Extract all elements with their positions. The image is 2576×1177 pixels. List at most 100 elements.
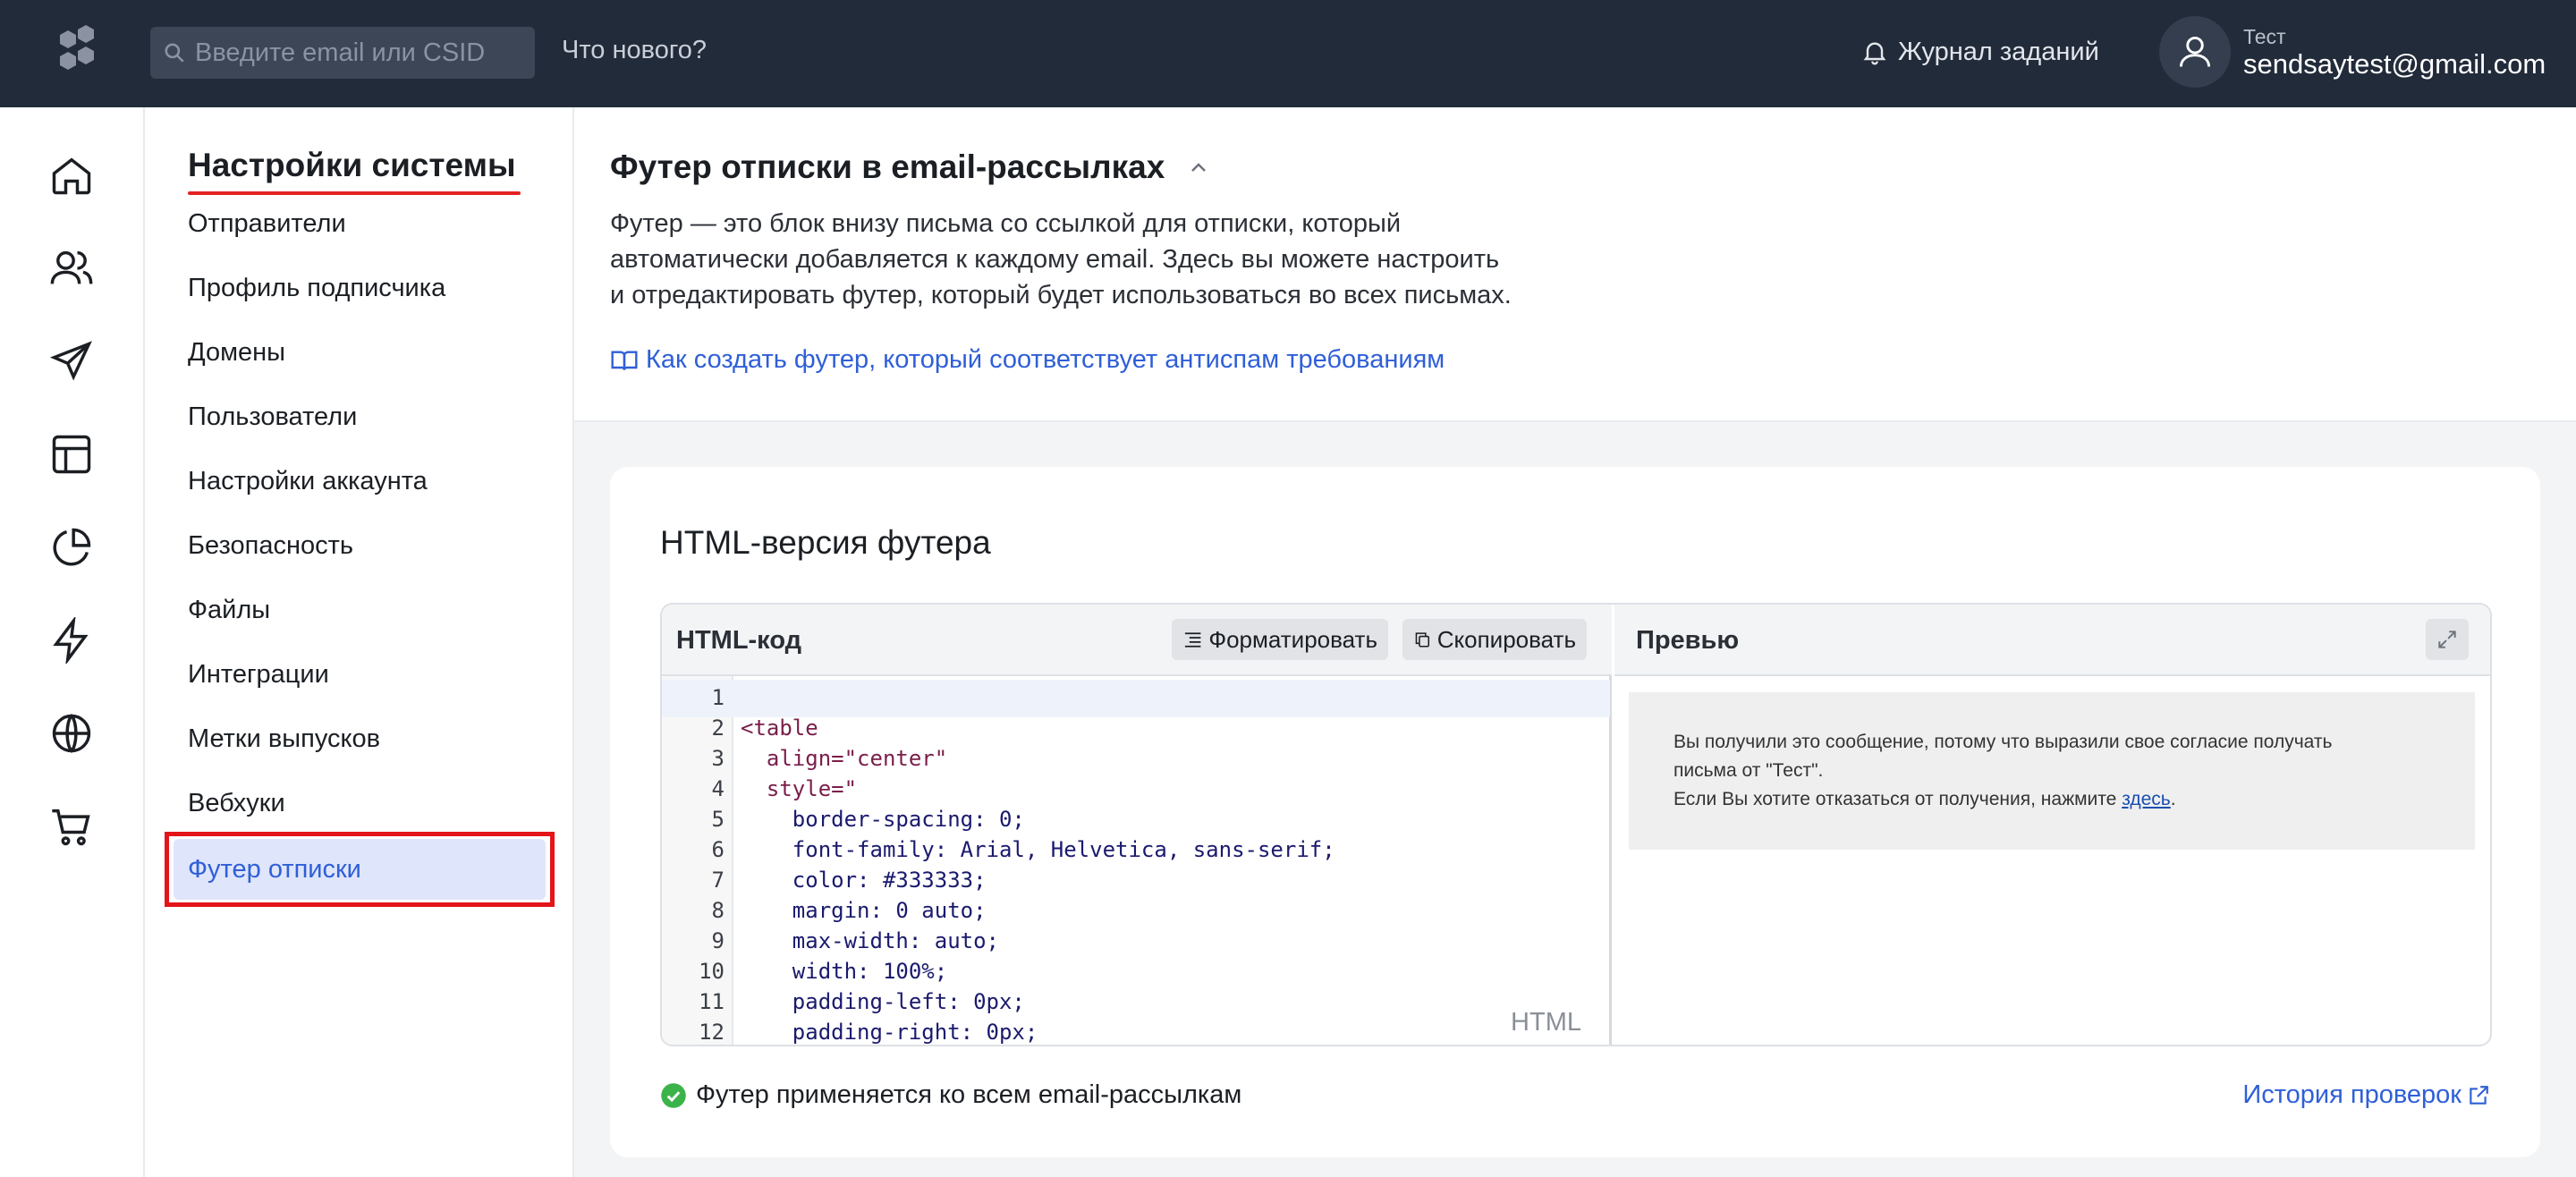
description-line: и отредактировать футер, который будет и… bbox=[610, 281, 1512, 309]
code-pane-title: HTML-код bbox=[676, 626, 802, 655]
nav-item-files[interactable]: Файлы bbox=[188, 596, 270, 625]
task-journal-button[interactable]: Журнал заданий bbox=[1860, 34, 2099, 70]
search-input[interactable] bbox=[195, 27, 526, 79]
preview-pane: Превью Вы получили это сообщение, потому… bbox=[1614, 605, 2490, 1045]
top-bar: Что нового? Журнал заданий Тест sendsayt… bbox=[0, 0, 2576, 107]
nav-item-subscriber-profile[interactable]: Профиль подписчика bbox=[188, 274, 445, 303]
copy-icon bbox=[1415, 632, 1430, 648]
code-pane-header: HTML-код Форматировать Скопировать bbox=[662, 605, 1612, 676]
send-icon[interactable] bbox=[48, 338, 95, 385]
footer-editor: HTML-код Форматировать Скопировать 1 2 3… bbox=[660, 603, 2492, 1046]
code-line: padding-left: 0px; bbox=[741, 989, 1025, 1014]
nav-item-webhooks[interactable]: Вебхуки bbox=[188, 789, 285, 818]
nav-item-security[interactable]: Безопасность bbox=[188, 531, 353, 561]
line-number: 5 bbox=[711, 807, 724, 832]
line-number: 10 bbox=[699, 959, 724, 984]
copy-button-label: Скопировать bbox=[1436, 625, 1576, 653]
code-line: width: 100%; bbox=[741, 959, 948, 984]
user-icon bbox=[2179, 36, 2211, 67]
search-box[interactable] bbox=[150, 27, 535, 79]
page-header: Футер отписки в email-рассылках Футер — … bbox=[574, 107, 2576, 422]
code-line: align="center" bbox=[741, 746, 948, 771]
format-button[interactable]: Форматировать bbox=[1172, 619, 1388, 660]
search-icon bbox=[165, 43, 184, 63]
copy-button[interactable]: Скопировать bbox=[1402, 619, 1587, 660]
footer-preview-text: Вы получили это сообщение, потому что вы… bbox=[1674, 728, 2443, 814]
line-number: 2 bbox=[711, 716, 724, 741]
nav-item-account-settings[interactable]: Настройки аккаунта bbox=[188, 467, 428, 496]
avatar[interactable] bbox=[2159, 16, 2231, 88]
user-name: Тест bbox=[2243, 25, 2286, 48]
check-circle-icon bbox=[661, 1082, 686, 1108]
settings-nav: Настройки системы Отправители Профиль по… bbox=[145, 107, 574, 1177]
line-number: 12 bbox=[699, 1020, 724, 1045]
footer-preview: Вы получили это сообщение, потому что вы… bbox=[1629, 692, 2475, 850]
antispam-guide-link[interactable]: Как создать футер, который соответствует… bbox=[610, 345, 1445, 375]
bell-icon bbox=[1863, 42, 1886, 65]
unsubscribe-link[interactable]: здесь bbox=[2122, 789, 2171, 809]
user-email[interactable]: sendsaytest@gmail.com bbox=[2243, 48, 2546, 80]
page-title: Футер отписки в email-рассылках bbox=[610, 148, 1165, 185]
code-line: color: #333333; bbox=[741, 868, 987, 893]
footer-card: HTML-версия футера HTML-код Форматироват… bbox=[610, 467, 2540, 1157]
nav-item-integrations[interactable]: Интеграции bbox=[188, 660, 329, 690]
page-description: Футер — это блок внизу письма со ссылкой… bbox=[610, 206, 1648, 313]
app-logo-icon[interactable] bbox=[50, 21, 104, 75]
code-line: margin: 0 auto; bbox=[741, 898, 987, 923]
footer-status-label: Футер применяется ко всем email-рассылка… bbox=[696, 1080, 1242, 1109]
line-number: 9 bbox=[711, 928, 724, 953]
main-content: Футер отписки в email-рассылках Футер — … bbox=[574, 107, 2576, 1177]
code-line: <table bbox=[741, 716, 818, 741]
code-line: style=" bbox=[741, 776, 858, 801]
nav-item-users[interactable]: Пользователи bbox=[188, 402, 357, 432]
book-icon bbox=[611, 350, 638, 370]
antispam-guide-label: Как создать футер, который соответствует… bbox=[646, 345, 1445, 374]
chevron-up-icon[interactable] bbox=[1188, 157, 1209, 179]
check-history-label: История проверок bbox=[2242, 1080, 2462, 1109]
cart-icon[interactable] bbox=[48, 803, 95, 850]
line-number: 6 bbox=[711, 837, 724, 862]
code-line: font-family: Arial, Helvetica, sans-seri… bbox=[741, 837, 1335, 862]
active-item-annotation-box bbox=[165, 832, 555, 907]
footer-status: Футер применяется ко всем email-рассылка… bbox=[660, 1080, 1241, 1110]
lightning-icon[interactable] bbox=[48, 615, 95, 665]
nav-item-senders[interactable]: Отправители bbox=[188, 209, 346, 239]
card-title: HTML-версия футера bbox=[660, 524, 991, 561]
preview-line: письма от "Тест". bbox=[1674, 760, 1824, 781]
preview-line: Вы получили это сообщение, потому что вы… bbox=[1674, 732, 2333, 752]
home-icon[interactable] bbox=[48, 152, 95, 199]
task-journal-label: Журнал заданий bbox=[1898, 37, 2099, 66]
format-button-label: Форматировать bbox=[1208, 625, 1377, 653]
nav-item-domains[interactable]: Домены bbox=[188, 338, 285, 368]
preview-line-prefix: Если Вы хотите отказаться от получения, … bbox=[1674, 789, 2123, 809]
settings-nav-title: Настройки системы bbox=[188, 147, 516, 183]
nav-item-release-tags[interactable]: Метки выпусков bbox=[188, 724, 380, 754]
line-number: 11 bbox=[699, 989, 724, 1014]
line-number: 8 bbox=[711, 898, 724, 923]
line-number: 3 bbox=[711, 746, 724, 771]
template-icon[interactable] bbox=[48, 431, 95, 478]
format-icon bbox=[1184, 632, 1201, 648]
code-pane: HTML-код Форматировать Скопировать 1 2 3… bbox=[662, 605, 1612, 1045]
active-line-highlight bbox=[662, 680, 1610, 717]
code-line: max-width: auto; bbox=[741, 928, 999, 953]
line-number: 1 bbox=[711, 685, 724, 710]
external-link-icon bbox=[2470, 1085, 2488, 1105]
preview-line: Если Вы хотите отказаться от получения, … bbox=[1674, 785, 2443, 814]
icon-rail bbox=[0, 107, 145, 1177]
code-line: border-spacing: 0; bbox=[741, 807, 1025, 832]
preview-line-suffix: . bbox=[2170, 789, 2176, 809]
expand-preview-button[interactable] bbox=[2426, 619, 2469, 660]
whats-new-link[interactable]: Что нового? bbox=[562, 36, 707, 65]
expand-icon bbox=[2438, 631, 2456, 648]
description-line: автоматически добавляется к каждому emai… bbox=[610, 245, 1500, 274]
line-number: 4 bbox=[711, 776, 724, 801]
code-line: padding-right: 0px; bbox=[741, 1020, 1038, 1045]
check-history-link[interactable]: История проверок bbox=[2242, 1080, 2490, 1110]
pie-chart-icon[interactable] bbox=[48, 524, 95, 571]
users-icon[interactable] bbox=[48, 245, 95, 292]
line-number: 7 bbox=[711, 868, 724, 893]
preview-pane-title: Превью bbox=[1636, 626, 1740, 655]
globe-icon[interactable] bbox=[48, 710, 95, 757]
code-editor[interactable]: 1 2 3 4 5 6 7 8 9 10 11 12 <table align=… bbox=[662, 676, 1612, 1045]
